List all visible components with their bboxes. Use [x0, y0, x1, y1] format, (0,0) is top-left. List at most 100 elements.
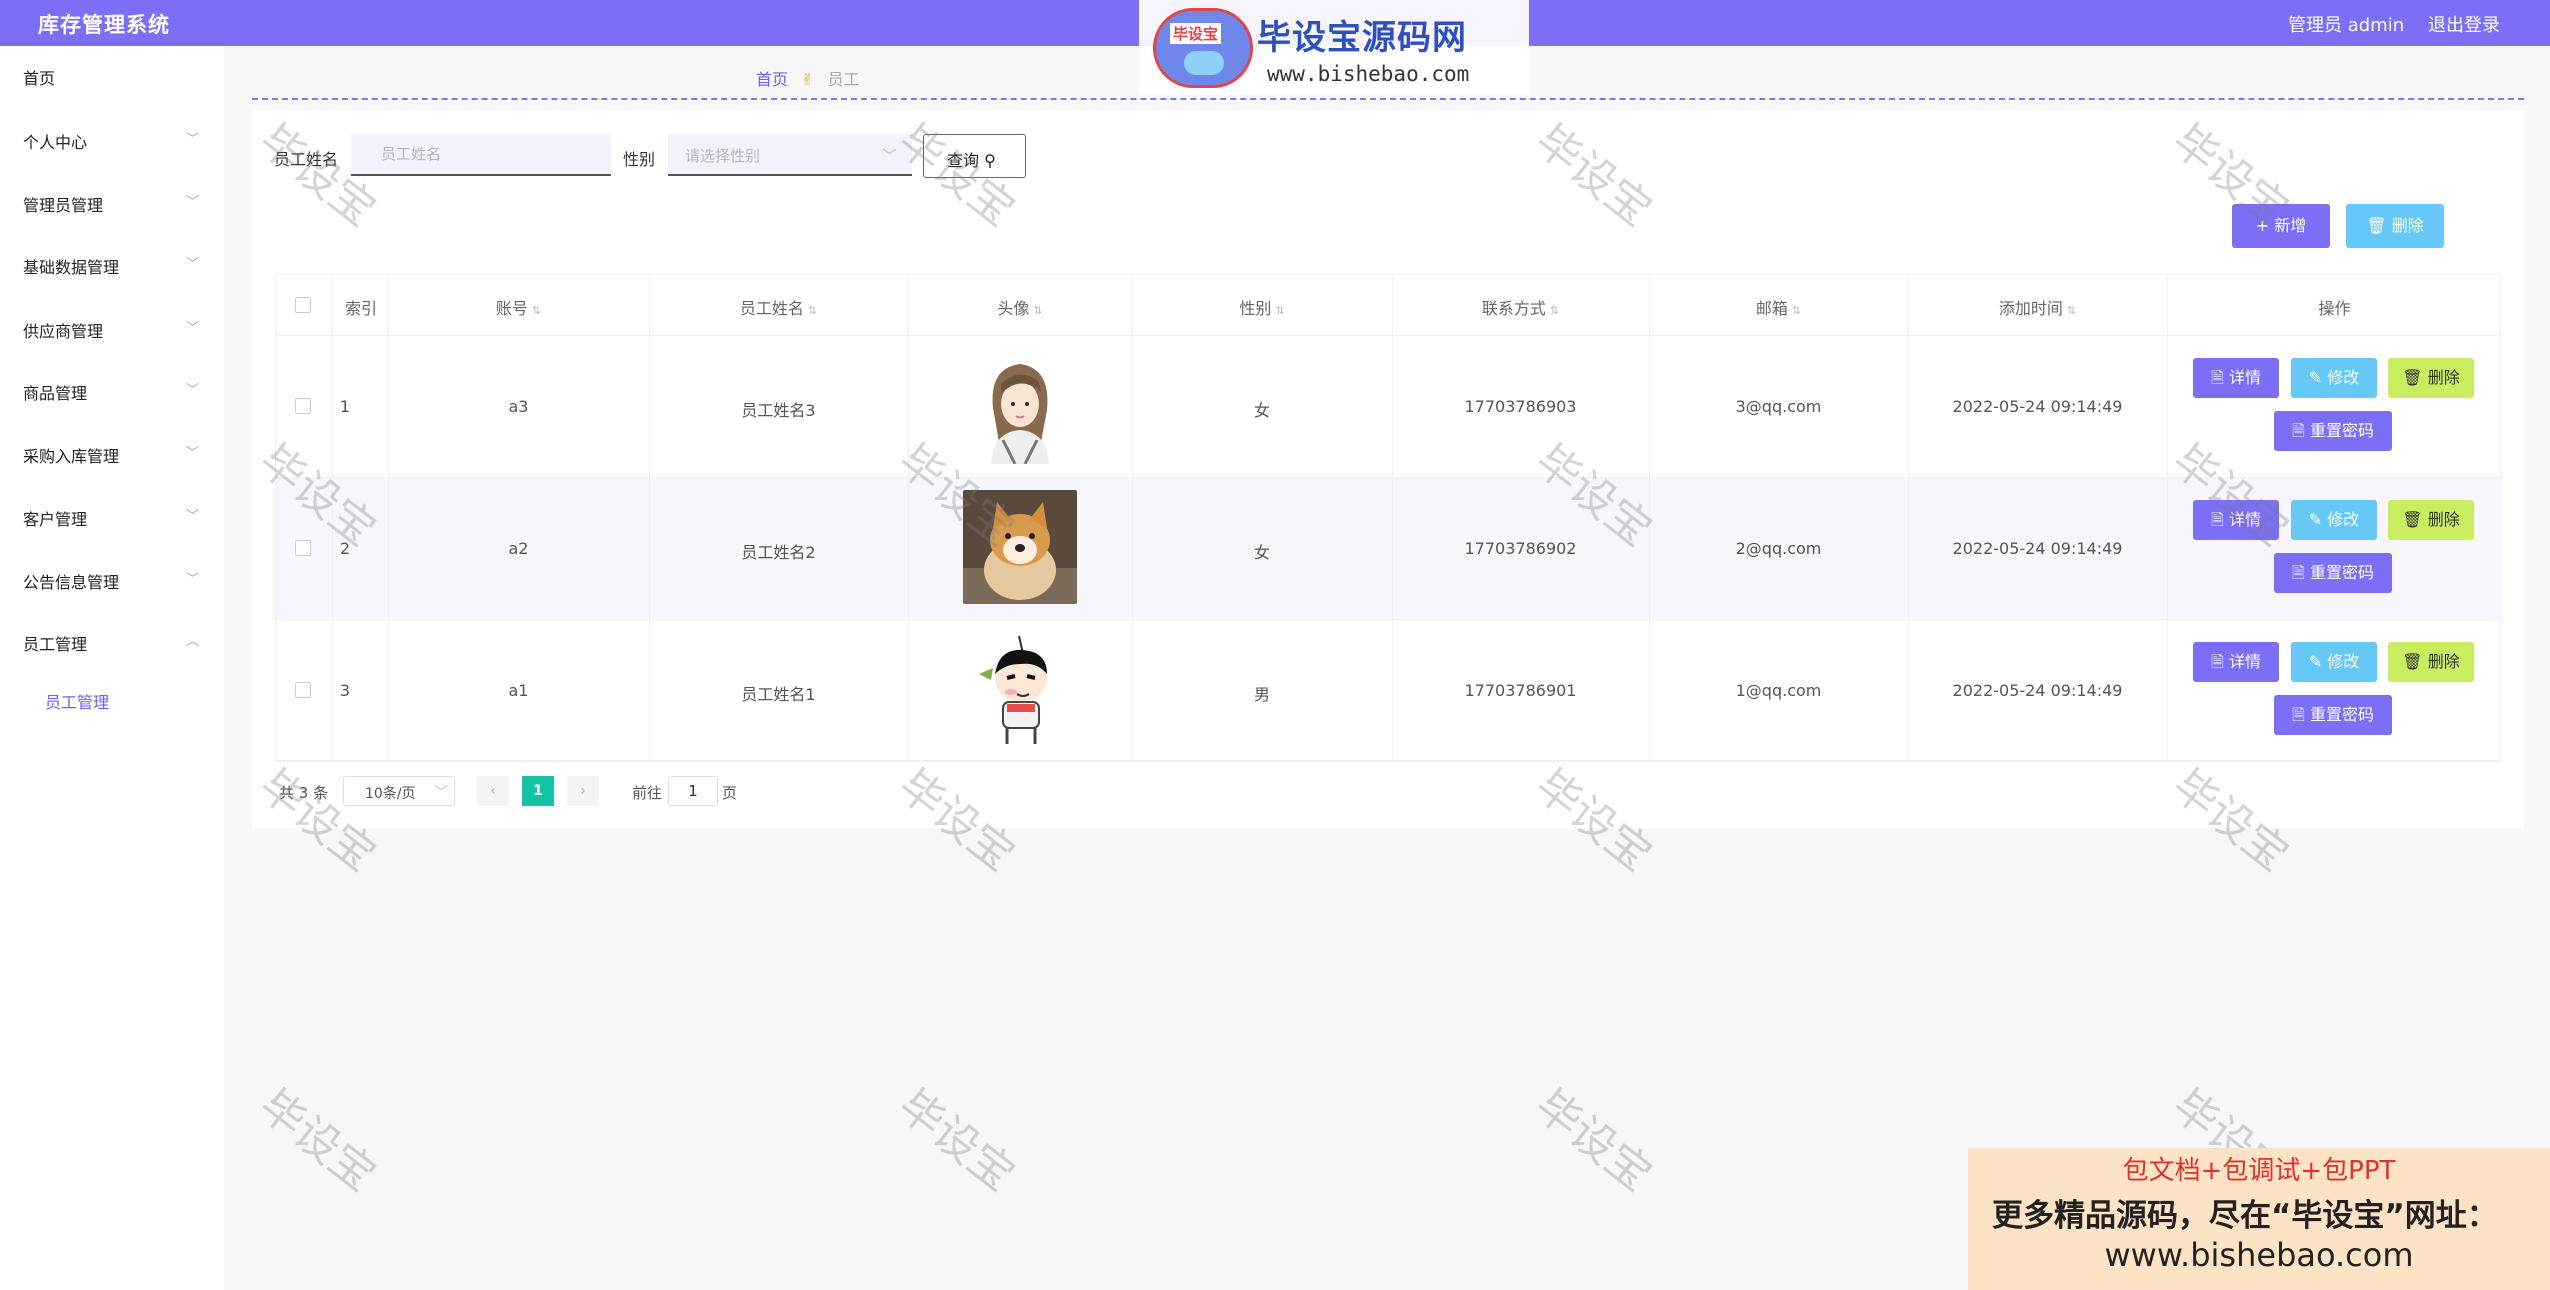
ad-banner: 包文档+包调试+包PPT 更多精品源码，尽在“毕设宝”网址： www.bishe… — [1968, 1148, 2550, 1290]
column-header: 索引 — [344, 299, 377, 318]
chevron-down-icon: ﹀ — [186, 195, 200, 210]
ad-line-1: 包文档+包调试+包PPT — [2122, 1156, 2396, 1186]
row-checkbox[interactable] — [295, 398, 311, 414]
trash-icon: 🗑 — [2402, 510, 2423, 529]
watermark: 毕设宝 — [249, 1079, 385, 1202]
breadcrumb-home[interactable]: 首页 — [756, 70, 788, 89]
document-icon: 🗎 — [2292, 563, 2305, 582]
reset-password-button[interactable]: 🗎 重置密码 — [2274, 695, 2392, 735]
sidebar-item-goods[interactable]: 商品管理 ﹀ — [0, 370, 224, 410]
batch-delete-button[interactable]: 🗑 删除 — [2346, 204, 2444, 248]
column-divider — [1649, 275, 1650, 762]
edit-label: 修改 — [2327, 368, 2360, 387]
sidebar-item-notice[interactable]: 公告信息管理 ﹀ — [0, 559, 224, 599]
column-header-actions: 操作 — [2318, 299, 2351, 318]
column-header-email[interactable]: 邮箱 ⇅ — [1649, 295, 1908, 319]
column-divider — [1908, 275, 1909, 762]
sort-icon: ⇅ — [1791, 304, 1802, 317]
page-number-current[interactable]: 1 — [522, 776, 554, 806]
column-header-gender[interactable]: 性别 ⇅ — [1132, 295, 1392, 319]
document-icon: 🗎 — [2292, 421, 2305, 440]
cell-time: 2022-05-24 09:14:49 — [1952, 539, 2123, 558]
trash-icon: 🗑 — [2366, 216, 2387, 235]
add-button[interactable]: + 新增 — [2232, 204, 2330, 248]
ad-line-2: 更多精品源码，尽在“毕设宝”网址： — [1992, 1198, 2498, 1234]
avatar — [963, 634, 1077, 748]
table-row: 1 a3 员工姓名3 女 17703786903 3@qq.com 2022-0… — [276, 336, 2502, 478]
column-header-label: 邮箱 — [1755, 299, 1788, 318]
edit-icon: ✎ — [2308, 368, 2323, 387]
column-header-name[interactable]: 员工姓名 ⇅ — [649, 295, 908, 319]
detail-label: 详情 — [2228, 368, 2261, 387]
delete-label: 删除 — [2427, 368, 2460, 387]
delete-button[interactable]: 🗑 删除 — [2388, 500, 2474, 540]
sidebar-item-basic-data[interactable]: 基础数据管理 ﹀ — [0, 244, 224, 284]
sidebar-item-customer[interactable]: 客户管理 ﹀ — [0, 496, 224, 536]
sidebar-subitem-staff-manage[interactable]: 员工管理 — [0, 679, 224, 719]
logo-badge-text: 毕设宝 — [1170, 23, 1222, 44]
column-header-account[interactable]: 账号 ⇅ — [388, 295, 649, 319]
page-size-value: 10条/页 — [365, 786, 416, 802]
column-divider — [332, 275, 333, 762]
cell-phone: 17703786902 — [1464, 539, 1577, 558]
column-header-label: 性别 — [1239, 299, 1272, 318]
site-logo: 毕设宝 毕设宝源码网 www.bishebao.com — [1139, 0, 1529, 95]
cell-index: 3 — [339, 681, 351, 700]
row-checkbox[interactable] — [295, 540, 311, 556]
query-button-label: 查询 — [947, 151, 980, 170]
gender-select[interactable]: 请选择性别 ﹀ — [668, 134, 912, 176]
cell-email: 1@qq.com — [1735, 681, 1822, 700]
sidebar-item-purchase[interactable]: 采购入库管理 ﹀ — [0, 433, 224, 473]
reset-password-button[interactable]: 🗎 重置密码 — [2274, 553, 2392, 593]
page-size-select[interactable]: 10条/页 ﹀ — [343, 776, 455, 806]
sidebar-item-label: 客户管理 — [23, 510, 88, 529]
breadcrumb-current: 员工 — [827, 70, 860, 89]
logout-link[interactable]: 退出登录 — [2428, 11, 2500, 37]
delete-label: 删除 — [2427, 652, 2460, 671]
edit-button[interactable]: ✎ 修改 — [2291, 500, 2377, 540]
document-icon: 🗎 — [2211, 368, 2224, 387]
sidebar-item-label: 供应商管理 — [23, 322, 104, 341]
detail-button[interactable]: 🗎 详情 — [2193, 500, 2279, 540]
next-page-button[interactable]: › — [567, 776, 599, 806]
trash-icon: 🗑 — [2402, 368, 2423, 387]
edit-button[interactable]: ✎ 修改 — [2291, 642, 2377, 682]
column-header-time[interactable]: 添加时间 ⇅ — [1908, 295, 2167, 319]
reset-password-button[interactable]: 🗎 重置密码 — [2274, 411, 2392, 451]
select-all-checkbox[interactable] — [295, 297, 311, 313]
sidebar-item-supplier[interactable]: 供应商管理 ﹀ — [0, 308, 224, 348]
sidebar-item-home[interactable]: 首页 — [0, 55, 224, 95]
cell-gender: 男 — [1253, 685, 1270, 704]
search-icon: ⚲ — [984, 151, 996, 170]
chevron-down-icon: ﹀ — [186, 509, 200, 524]
cell-name: 员工姓名2 — [741, 543, 816, 562]
app-title: 库存管理系统 — [38, 13, 170, 37]
gender-select-placeholder: 请选择性别 — [685, 147, 761, 165]
sidebar-item-label: 个人中心 — [23, 133, 88, 152]
divider — [252, 98, 2524, 100]
row-checkbox[interactable] — [295, 682, 311, 698]
cell-email: 2@qq.com — [1735, 539, 1822, 558]
query-button[interactable]: 查询 ⚲ — [923, 134, 1026, 178]
delete-button[interactable]: 🗑 删除 — [2388, 358, 2474, 398]
logo-badge-icon: 毕设宝 — [1153, 8, 1253, 88]
sidebar-item-admin[interactable]: 管理员管理 ﹀ — [0, 182, 224, 222]
watermark: 毕设宝 — [888, 1079, 1024, 1202]
column-divider — [1392, 275, 1393, 762]
breadcrumb: 首页 ✌ 员工 — [756, 66, 860, 90]
watermark: 毕设宝 — [1525, 1079, 1661, 1202]
detail-button[interactable]: 🗎 详情 — [2193, 358, 2279, 398]
column-header-label: 联系方式 — [1481, 299, 1546, 318]
sidebar-item-label: 采购入库管理 — [23, 447, 120, 466]
sidebar-item-staff[interactable]: 员工管理 ︿ — [0, 621, 224, 661]
document-icon: 🗎 — [2292, 705, 2305, 724]
sidebar-item-profile[interactable]: 个人中心 ﹀ — [0, 119, 224, 159]
goto-page-input[interactable] — [668, 776, 718, 806]
column-header-phone[interactable]: 联系方式 ⇅ — [1392, 295, 1649, 319]
prev-page-button[interactable]: ‹ — [477, 776, 509, 806]
detail-button[interactable]: 🗎 详情 — [2193, 642, 2279, 682]
delete-button[interactable]: 🗑 删除 — [2388, 642, 2474, 682]
name-search-input[interactable] — [351, 134, 611, 176]
column-header-avatar[interactable]: 头像 ⇅ — [908, 295, 1132, 319]
edit-button[interactable]: ✎ 修改 — [2291, 358, 2377, 398]
